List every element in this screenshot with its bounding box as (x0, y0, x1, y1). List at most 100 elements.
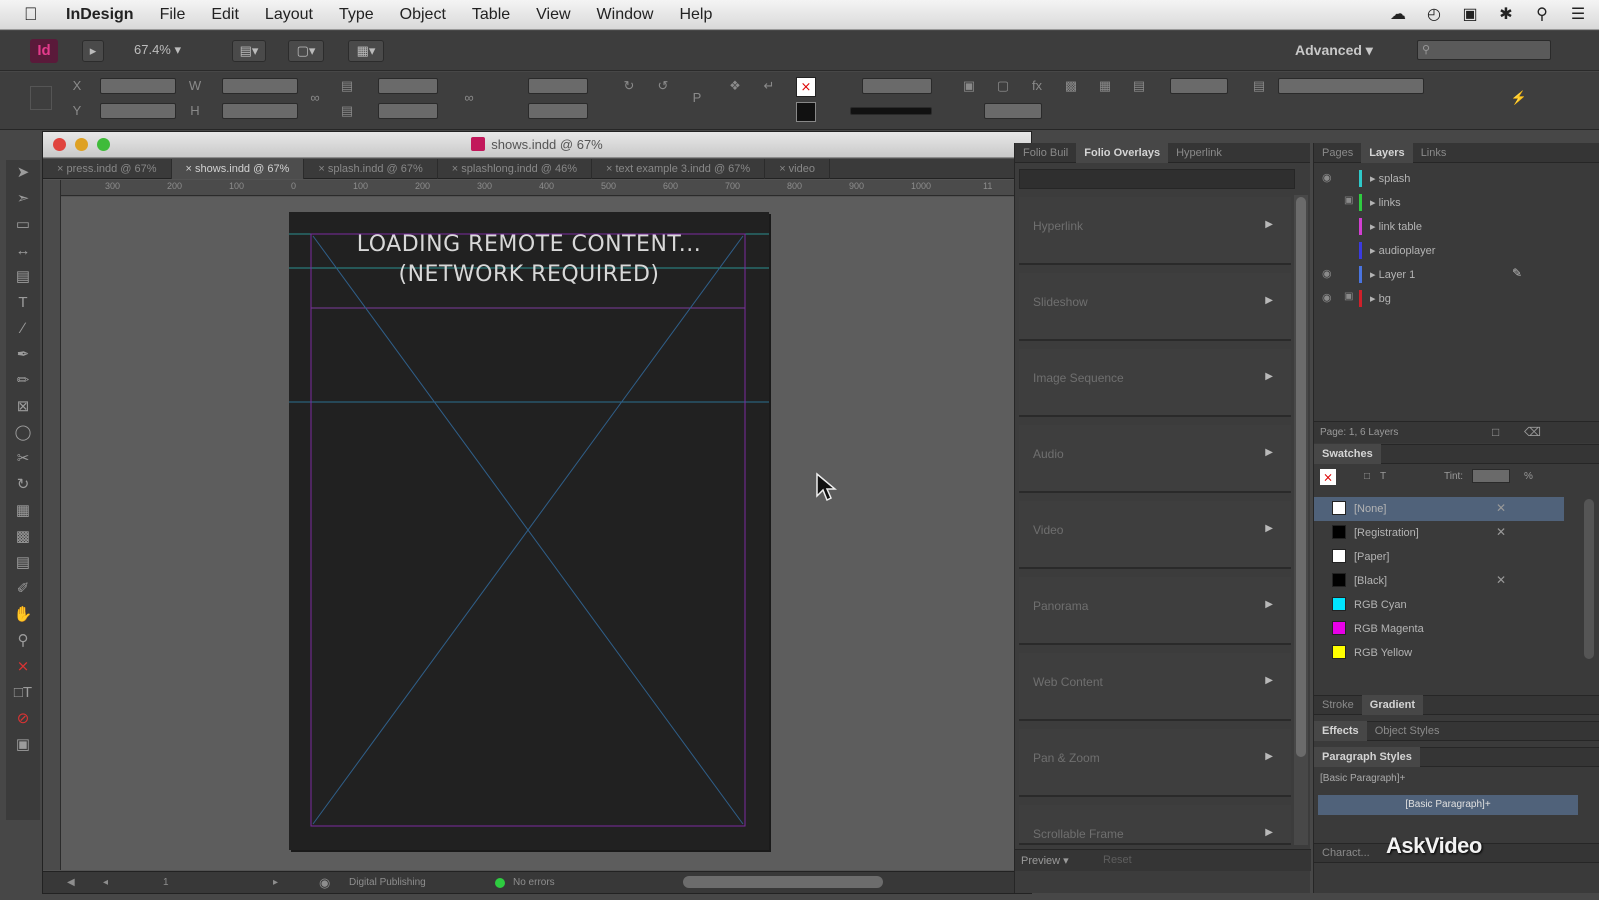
menu-help[interactable]: Help (679, 6, 712, 24)
overlay-audio[interactable]: Audio ▶ (1019, 425, 1291, 493)
pencil-tool-icon[interactable]: ✏ (6, 368, 40, 394)
overlay-panorama[interactable]: Panorama ▶ (1019, 577, 1291, 645)
creative-cloud-icon[interactable]: ☁ (1387, 4, 1409, 26)
object-style-icon[interactable]: ▤ (1250, 77, 1268, 95)
fill-none-icon[interactable]: ⨯ (1320, 469, 1336, 485)
tab-effects[interactable]: Effects (1314, 721, 1367, 741)
go-to-bridge-button[interactable]: ▸ (82, 40, 104, 62)
trash-icon[interactable]: ⌫ (1524, 425, 1541, 439)
tab-gradient[interactable]: Gradient (1361, 695, 1424, 715)
tab-hyperlinks[interactable]: Hyperlink (1168, 143, 1230, 163)
paragraph-style-basic-item[interactable]: [Basic Paragraph]+ (1318, 795, 1578, 815)
help-search-input[interactable]: ⚲ (1417, 40, 1551, 60)
page-prev-icon[interactable]: ◂ (103, 877, 108, 888)
rectangle-frame-tool-icon[interactable]: ⊠ (6, 394, 40, 420)
tint-field[interactable] (1472, 469, 1510, 483)
layer-row-link-table[interactable]: ▸ link table (1314, 215, 1599, 238)
fx-icon[interactable]: fx (1028, 77, 1046, 95)
spacing-field[interactable] (1170, 78, 1228, 94)
page-number[interactable]: 1 (163, 877, 169, 888)
tab-layers[interactable]: Layers (1361, 142, 1413, 163)
overlay-slideshow[interactable]: Slideshow ▶ (1019, 273, 1291, 341)
layer-row-splash[interactable]: ◉ ▸ splash (1314, 167, 1599, 190)
constrain-proportions-icon[interactable]: ∞ (306, 89, 324, 107)
scale-constrain-icon[interactable]: ∞ (460, 89, 478, 107)
time-machine-icon[interactable]: ◴ (1423, 4, 1445, 26)
type-tool-icon[interactable]: T (6, 290, 40, 316)
x-position-field[interactable] (100, 78, 176, 94)
screen-mode-button[interactable]: ▢▾ (288, 40, 324, 62)
fill-none-icon[interactable]: ⨯ (796, 77, 816, 97)
layer-row-audioplayer[interactable]: ▸ audioplayer (1314, 239, 1599, 262)
eye-icon[interactable]: ◉ (1322, 171, 1336, 184)
swatch-registration[interactable]: [Registration] ✕ (1314, 521, 1564, 545)
tab-shows[interactable]: × shows.indd @ 67% (171, 158, 305, 179)
select-container-icon[interactable]: ❖ (726, 77, 744, 95)
tab-press[interactable]: × press.indd @ 67% (43, 158, 172, 179)
tab-folio-overlays[interactable]: Folio Overlays (1076, 142, 1169, 163)
formatting-container-icon[interactable]: □T (6, 680, 40, 706)
ellipse-tool-icon[interactable]: ◯ (6, 420, 40, 446)
shear-field[interactable] (528, 103, 588, 119)
tab-stroke[interactable]: Stroke (1314, 695, 1362, 715)
tab-swatches[interactable]: Swatches (1314, 444, 1381, 464)
tab-links[interactable]: Links (1413, 143, 1455, 163)
layer-row-bg[interactable]: ◉ ▣ ▸ bg (1314, 287, 1599, 310)
rotate-cw-icon[interactable]: ↻ (620, 77, 638, 95)
swatch-rgb-magenta[interactable]: RGB Magenta (1314, 617, 1564, 641)
page-tool-icon[interactable]: ▭ (6, 212, 40, 238)
fit-frame-icon[interactable]: ▢ (994, 77, 1012, 95)
folio-overlay-name-field[interactable] (1019, 169, 1295, 189)
arrange-documents-button[interactable]: ▦▾ (348, 40, 384, 62)
align-center-icon[interactable]: ▤ (1130, 77, 1148, 95)
text-wrap-icon[interactable]: ▩ (1062, 77, 1080, 95)
selection-tool-icon[interactable]: ➤ (6, 160, 40, 186)
loading-remote-content-text[interactable]: LOADING REMOTE CONTENT... (NETWORK REQUI… (289, 230, 769, 290)
reference-point-icon[interactable] (30, 86, 52, 110)
tab-text-example[interactable]: × text example 3.indd @ 67% (592, 158, 766, 179)
tab-object-styles[interactable]: Object Styles (1367, 721, 1448, 741)
menu-layout[interactable]: Layout (265, 6, 313, 24)
page-nav-first-icon[interactable]: ◀ (67, 877, 75, 888)
gradient-feather-tool-icon[interactable]: ▩ (6, 524, 40, 550)
swatch-none[interactable]: [None] ✕ (1314, 497, 1564, 521)
overlay-web-content[interactable]: Web Content ▶ (1019, 653, 1291, 721)
auto-fit-icon[interactable]: ▣ (960, 77, 978, 95)
free-transform-tool-icon[interactable]: ↻ (6, 472, 40, 498)
eye-icon[interactable]: ◉ (1322, 267, 1336, 280)
stroke-type-field[interactable] (850, 107, 932, 115)
select-next-icon[interactable]: ↵ (760, 77, 778, 95)
layer-row-layer-1[interactable]: ◉ ▸ Layer 1 ✎ (1314, 263, 1599, 286)
text-wrap-bounding-icon[interactable]: ▦ (1096, 77, 1114, 95)
stroke-swatch-icon[interactable] (796, 102, 816, 122)
height-field[interactable] (222, 103, 298, 119)
tab-video[interactable]: × video (765, 158, 830, 179)
tab-character-styles[interactable]: Charact... (1314, 843, 1378, 863)
flip-icon[interactable]: P (688, 89, 706, 107)
notification-center-icon[interactable]: ☰ (1567, 4, 1589, 26)
lock-icon[interactable]: ▣ (1344, 291, 1358, 302)
direct-selection-tool-icon[interactable]: ➣ (6, 186, 40, 212)
apple-icon[interactable]:  (24, 4, 44, 25)
spotlight-search-icon[interactable]: ⚲ (1531, 4, 1553, 26)
tab-folio-builder[interactable]: Folio Buil (1015, 143, 1076, 163)
zoom-tool-icon[interactable]: ⚲ (6, 628, 40, 654)
document-page[interactable]: LOADING REMOTE CONTENT... (NETWORK REQUI… (289, 212, 769, 850)
menu-app-name[interactable]: InDesign (66, 6, 134, 24)
zoom-level[interactable]: 67.4% ▾ (134, 42, 181, 58)
swatch-black[interactable]: [Black] ✕ (1314, 569, 1564, 593)
swatch-paper[interactable]: [Paper] (1314, 545, 1564, 569)
swatches-scrollbar[interactable] (1584, 499, 1594, 659)
pen-tool-icon[interactable]: ✒ (6, 342, 40, 368)
overlay-hyperlink[interactable]: Hyperlink ▶ (1019, 197, 1291, 265)
gap-tool-icon[interactable]: ↔ (6, 238, 40, 264)
eye-icon[interactable]: ◉ (1322, 291, 1336, 304)
line-tool-icon[interactable]: ∕ (6, 316, 40, 342)
scale-x-field[interactable] (378, 78, 438, 94)
tab-pages[interactable]: Pages (1314, 143, 1361, 163)
scale-y-field[interactable] (378, 103, 438, 119)
lock-icon[interactable]: ▣ (1344, 195, 1358, 206)
workspace-switcher[interactable]: Advanced ▾ (1295, 42, 1373, 59)
eyedropper-tool-icon[interactable]: ✐ (6, 576, 40, 602)
preview-button[interactable]: Preview ▾ (1021, 854, 1069, 867)
